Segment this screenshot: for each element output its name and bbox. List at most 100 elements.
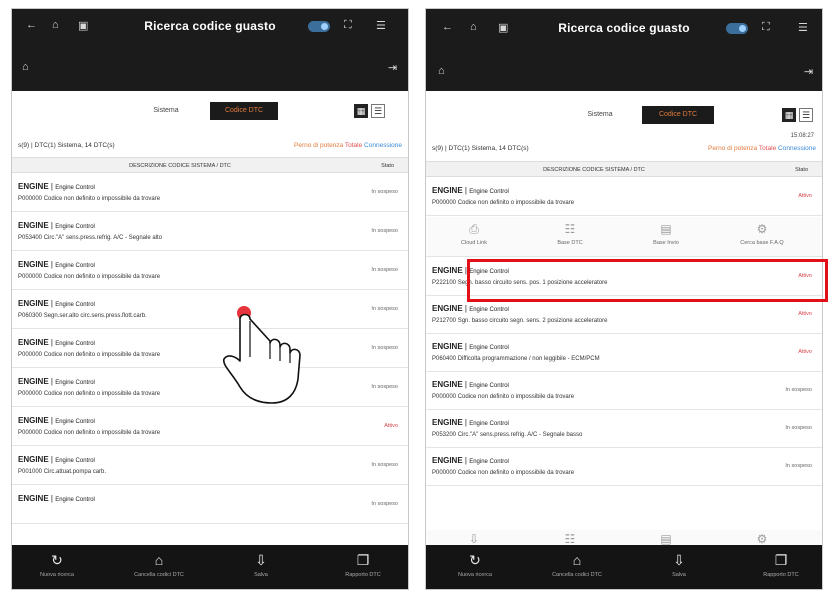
view-toggle: ▦ ☰ [782, 107, 813, 123]
exit-icon[interactable]: ⇥ [388, 61, 397, 74]
dtc-system: ENGINE | Engine Control [432, 456, 509, 465]
dtc-system-name: ENGINE [432, 304, 463, 313]
bottom-salva-button[interactable]: ⇩ Salva [644, 551, 714, 578]
dtc-row[interactable]: ENGINE | Engine Control P000000 Codice no… [12, 369, 408, 407]
bottom-rapporto-dtc-button[interactable]: ❐ Rapporto DTC [746, 551, 816, 578]
bottom-label: Cancella codici DTC [552, 572, 602, 578]
dtc-status: In sospeso [785, 387, 812, 393]
dtc-subsystem: Engine Control [55, 302, 95, 308]
fullscreen-icon[interactable]: ⛶ [762, 21, 770, 34]
dtc-description: P060300 Segn.ser.alto circ.sens.press.fl… [18, 313, 147, 319]
dtc-row[interactable]: ENGINE | Engine Control P060300 Segn.ser.… [12, 291, 408, 329]
dtc-description: P000000 Codice non definito o impossibil… [432, 200, 575, 206]
dtc-description: P000000 Codice non definito o impossibil… [18, 352, 161, 358]
legend-potential: Perno di potenza [294, 142, 344, 149]
dtc-row[interactable]: ENGINE | Engine Control P000000 Codice no… [426, 178, 822, 216]
column-description: DESCRIZIONE CODICE SISTEMA / DTC [129, 163, 231, 169]
dtc-row[interactable]: ENGINE | Engine Control P001000 Circ.attu… [12, 447, 408, 485]
dtc-row[interactable]: ENGINE | Engine Control P000000 Codice no… [426, 448, 822, 486]
home-icon[interactable]: ⌂ [22, 61, 29, 73]
dtc-system: ENGINE | Engine Control [432, 418, 509, 427]
dtc-description: P000000 Codice non definito o impossibil… [18, 196, 161, 202]
bottom-salva-button[interactable]: ⇩ Salva [226, 551, 296, 578]
dtc-status: In sospeso [371, 267, 398, 273]
grid-view-icon[interactable]: ▦ [354, 104, 368, 118]
action-cerca-base-f-a-q[interactable]: ⚙ Cerca base F.A.Q [722, 221, 802, 246]
row-action-bar: ⎙ Cloud Link ☷ Base DTC ▤ Base Invio ⚙ Cerca ba… [426, 217, 822, 257]
legend: Perno di potenza Totale Connessione [708, 145, 816, 152]
list-view-icon[interactable]: ☰ [371, 104, 385, 118]
bottom-cancella-codici-dtc-button[interactable]: ⌂ Cancella codici DTC [542, 551, 612, 578]
action-label: Base DTC [557, 240, 583, 246]
tab-system[interactable]: Sistema [564, 106, 636, 124]
tab-selector: Sistema Codice DTC [426, 106, 822, 124]
home-icon[interactable]: ⌂ [438, 65, 445, 77]
dtc-description: P000000 Codice non definito o impossibil… [18, 391, 161, 397]
tab-dtc-code[interactable]: Codice DTC [642, 106, 714, 124]
device-screenshot-left: ← ⌂ ▣ Ricerca codice guasto ⛶ ☰ ⌂ ⇥ Sist… [11, 8, 409, 590]
dtc-status: In sospeso [371, 345, 398, 351]
dtc-subsystem: Engine Control [55, 380, 95, 386]
dtc-description: P000000 Codice non definito o impossibil… [18, 274, 161, 280]
dtc-subsystem: Engine Control [55, 185, 95, 191]
fullscreen-icon[interactable]: ⛶ [344, 19, 352, 32]
dtc-status: In sospeso [785, 463, 812, 469]
table-header: DESCRIZIONE CODICE SISTEMA / DTC Stato [12, 157, 408, 173]
bottom-nuova-ricerca-button[interactable]: ↻ Nuova ricerca [440, 551, 510, 578]
action-label: Cerca base F.A.Q [740, 240, 784, 246]
dtc-description: P060400 Difficolta programmazione / non … [432, 356, 600, 362]
dtc-description: P001000 Circ.attuat.pompa carb. [18, 469, 107, 475]
summary-bar: s(9) | DTC(1) Sistema, 14 DTC(s) Perno d… [432, 145, 816, 157]
summary-text: s(9) | DTC(1) Sistema, 14 DTC(s) [18, 142, 115, 149]
tab-selector: Sistema Codice DTC [12, 102, 408, 120]
dtc-row[interactable]: ENGINE | Engine Control P053200 Circ."A" … [426, 410, 822, 448]
action-cloud-link[interactable]: ⎙ Cloud Link [434, 221, 514, 246]
action-base-dtc[interactable]: ☷ Base DTC [530, 221, 610, 246]
dtc-system-name: ENGINE [18, 260, 49, 269]
dtc-row[interactable]: ENGINE | Engine Control P000000 Codice no… [12, 252, 408, 290]
dtc-system: ENGINE | Engine Control [432, 186, 509, 195]
dtc-system: ENGINE | Engine Control [18, 338, 95, 347]
dtc-system-name: ENGINE [432, 186, 463, 195]
dtc-row[interactable]: ENGINE | Engine Control P000000 Codice no… [12, 408, 408, 446]
dtc-description: P212700 Sgn. basso circuito segn. sens. … [432, 318, 608, 324]
legend-potential: Perno di potenza [708, 145, 758, 152]
bottom-rapporto-dtc-button[interactable]: ❐ Rapporto DTC [328, 551, 398, 578]
menu-icon[interactable]: ☰ [798, 21, 808, 34]
table-header: DESCRIZIONE CODICE SISTEMA / DTC Stato [426, 161, 822, 177]
dtc-system: ENGINE | Engine Control [432, 304, 509, 313]
dtc-description: P000000 Codice non definito o impossibil… [432, 470, 575, 476]
connection-toggle[interactable] [308, 21, 330, 32]
bottom-label: Rapporto DTC [345, 572, 381, 578]
dtc-subsystem: Engine Control [469, 307, 509, 313]
dtc-row[interactable]: ENGINE | Engine Control P053400 Circ."A" … [12, 213, 408, 251]
dtc-status: Attivo [798, 349, 812, 355]
dtc-row[interactable]: ENGINE | Engine Control P000000 Codice no… [12, 330, 408, 368]
tab-system[interactable]: Sistema [130, 102, 202, 120]
dtc-system-name: ENGINE [432, 418, 463, 427]
dtc-description: P000000 Codice non definito o impossibil… [18, 430, 161, 436]
action-base-invio[interactable]: ▤ Base Invio [626, 221, 706, 246]
bottom-nuova-ricerca-button[interactable]: ↻ Nuova ricerca [22, 551, 92, 578]
dtc-row[interactable]: ENGINE | Engine Control P000000 Codice no… [12, 174, 408, 212]
exit-icon[interactable]: ⇥ [804, 65, 813, 78]
tab-dtc-code[interactable]: Codice DTC [210, 102, 278, 120]
dtc-subsystem: Engine Control [469, 421, 509, 427]
grid-view-icon[interactable]: ▦ [782, 108, 796, 122]
dtc-row[interactable]: ENGINE | Engine Control In sospeso [12, 486, 408, 524]
dtc-row[interactable]: ENGINE | Engine Control P000000 Codice no… [426, 372, 822, 410]
bottom-cancella-codici-dtc-button[interactable]: ⌂ Cancella codici DTC [124, 551, 194, 578]
dtc-system-name: ENGINE [18, 494, 49, 503]
dtc-subsystem: Engine Control [55, 497, 95, 503]
bottom-toolbar: ↻ Nuova ricerca ⌂ Cancella codici DTC ⇩ Salva… [12, 545, 408, 589]
menu-icon[interactable]: ☰ [376, 19, 386, 32]
bottom-icon: ⇩ [673, 552, 685, 568]
bottom-icon: ⌂ [572, 552, 582, 568]
dtc-subsystem: Engine Control [55, 224, 95, 230]
dtc-row[interactable]: ENGINE | Engine Control P060400 Difficolt… [426, 334, 822, 372]
dtc-subsystem: Engine Control [55, 419, 95, 425]
dtc-system: ENGINE | Engine Control [18, 260, 95, 269]
connection-toggle[interactable] [726, 23, 748, 34]
dtc-status: In sospeso [371, 384, 398, 390]
list-view-icon[interactable]: ☰ [799, 108, 813, 122]
